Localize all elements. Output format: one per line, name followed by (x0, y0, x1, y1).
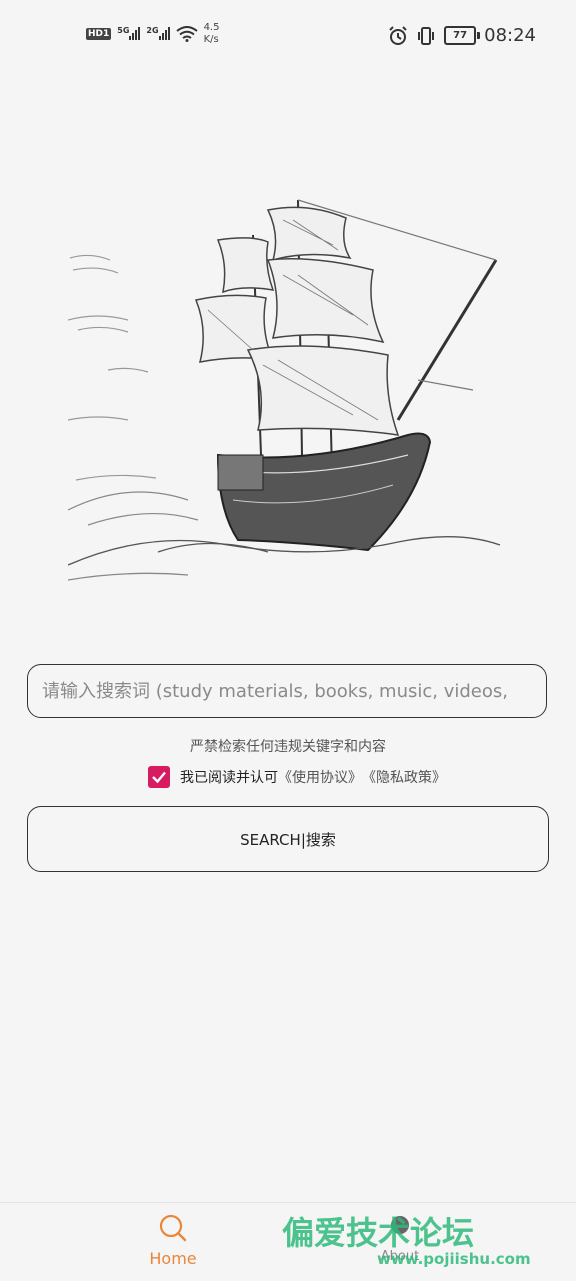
agreement-label: 我已阅读并认可 (180, 770, 278, 786)
status-bar: HD1 5G 2G 4.5 K/s 77 08:24 (0, 0, 576, 72)
alarm-icon (389, 25, 407, 45)
signal-5g-icon: 5G (117, 26, 141, 43)
agreement-row: 我已阅读并认可 《使用协议》 《隐私政策》 (148, 766, 446, 788)
vibrate-icon (418, 26, 435, 45)
watermark-url: www.pojiishu.com (377, 1250, 531, 1268)
agreement-checkbox[interactable] (148, 766, 170, 788)
battery-icon: 77 (444, 26, 481, 45)
privacy-link[interactable]: 《隐私政策》 (362, 767, 446, 787)
watermark: 偏爱技术论坛 www.pojiishu.com (282, 1214, 531, 1268)
status-left-group: HD1 5G 2G 4.5 K/s (86, 22, 219, 46)
search-button[interactable]: SEARCH|搜索 (27, 806, 549, 872)
hd-icon: HD1 (86, 28, 112, 40)
status-right-group: 77 08:24 (388, 25, 536, 46)
search-input[interactable] (27, 664, 547, 718)
network-speed: 4.5 K/s (203, 22, 220, 45)
notice-text: 严禁检索任何违规关键字和内容 (190, 739, 386, 755)
nav-home[interactable]: Home (133, 1213, 213, 1277)
wifi-icon (175, 26, 198, 42)
watermark-title: 偏爱技术论坛 (282, 1214, 474, 1252)
sailing-ship-illustration (68, 199, 501, 581)
signal-2g-icon: 2G (146, 26, 170, 43)
checkmark-icon (152, 771, 166, 784)
nav-home-label: Home (149, 1249, 197, 1268)
search-icon (159, 1214, 187, 1242)
clock: 08:24 (484, 25, 536, 46)
terms-link[interactable]: 《使用协议》 (278, 767, 362, 787)
